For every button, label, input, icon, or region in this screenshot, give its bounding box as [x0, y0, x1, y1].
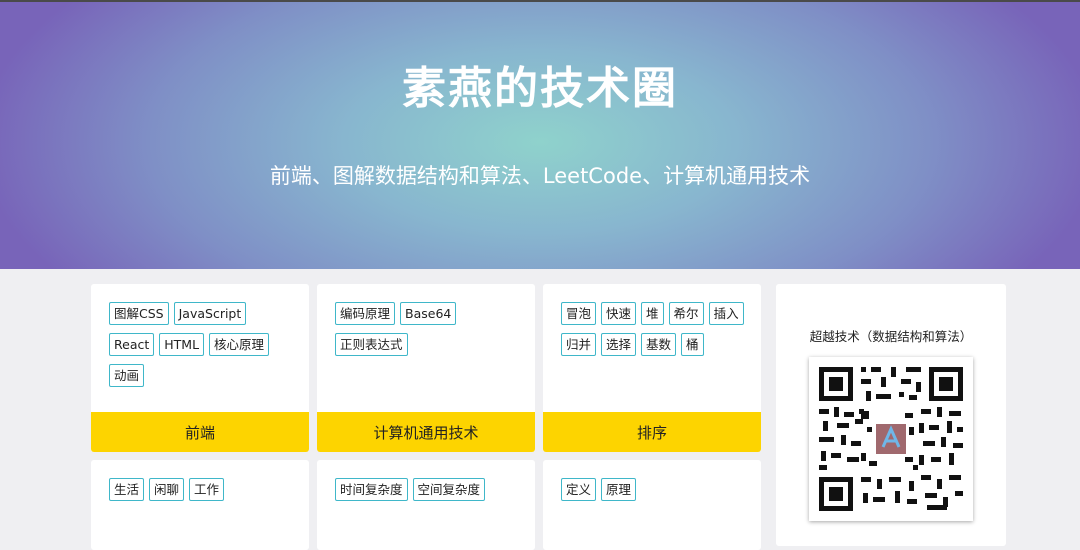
tag[interactable]: 动画	[109, 364, 145, 387]
site-subtitle: 前端、图解数据结构和算法、LeetCode、计算机通用技术	[269, 164, 811, 188]
qr-card: 超越技术（数据结构和算法）	[776, 284, 1006, 546]
category-card-frontend: 图解CSS JavaScript React HTML 核心原理动画 前端	[91, 284, 309, 452]
tag[interactable]: 冒泡	[561, 302, 597, 325]
tag[interactable]: 空间复杂度	[412, 478, 486, 501]
tag[interactable]: 快速	[601, 302, 637, 325]
category-card-complexity: 时间复杂度 空间复杂度	[317, 460, 535, 550]
tag[interactable]: 选择	[601, 333, 637, 356]
tag[interactable]: 堆	[641, 302, 664, 325]
tag[interactable]: 核心原理	[209, 333, 270, 356]
site-title: 素燕的技术圈	[402, 63, 678, 114]
qr-code-image	[809, 357, 973, 521]
tag-list: 定义 原理	[561, 478, 749, 509]
tag[interactable]: 插入	[708, 302, 744, 325]
qr-caption: 超越技术（数据结构和算法）	[809, 329, 973, 344]
category-card-definition: 定义 原理	[543, 460, 761, 550]
tag[interactable]: 基数	[641, 333, 677, 356]
tag[interactable]: 工作	[189, 478, 225, 501]
tag[interactable]: 图解CSS	[109, 302, 169, 325]
tag-list: 编码原理 Base64 正则表达式	[335, 302, 523, 364]
hero-banner: 素燕的技术圈 前端、图解数据结构和算法、LeetCode、计算机通用技术	[0, 2, 1080, 269]
tag[interactable]: HTML	[159, 333, 205, 356]
tag[interactable]: React	[109, 333, 155, 356]
tag[interactable]: 编码原理	[335, 302, 396, 325]
tag[interactable]: 正则表达式	[335, 333, 408, 356]
category-button-computer-general[interactable]: 计算机通用技术	[317, 412, 535, 452]
tag[interactable]: 时间复杂度	[335, 478, 408, 501]
tag[interactable]: 希尔	[668, 302, 704, 325]
tag[interactable]: 定义	[561, 478, 597, 501]
tag[interactable]: 生活	[109, 478, 145, 501]
category-card-computer-general: 编码原理 Base64 正则表达式 计算机通用技术	[317, 284, 535, 452]
tag[interactable]: Base64	[400, 302, 457, 325]
tag-list: 时间复杂度 空间复杂度	[335, 478, 523, 509]
tag[interactable]: 原理	[601, 478, 637, 501]
tag-list: 生活 闲聊 工作	[109, 478, 297, 509]
category-card-life: 生活 闲聊 工作	[91, 460, 309, 550]
qr-code-icon[interactable]	[809, 357, 973, 521]
tag[interactable]: 闲聊	[149, 478, 185, 501]
category-card-sorting: 冒泡 快速堆希尔 插入归并 选择 基数桶 排序	[543, 284, 761, 452]
tag[interactable]: JavaScript	[173, 302, 247, 325]
tag[interactable]: 归并	[561, 333, 597, 356]
category-button-sorting[interactable]: 排序	[543, 412, 761, 452]
tag[interactable]: 桶	[681, 333, 704, 356]
category-button-frontend[interactable]: 前端	[91, 412, 309, 452]
tag-list: 冒泡 快速堆希尔 插入归并 选择 基数桶	[561, 302, 749, 364]
tag-list: 图解CSS JavaScript React HTML 核心原理动画	[109, 302, 297, 395]
